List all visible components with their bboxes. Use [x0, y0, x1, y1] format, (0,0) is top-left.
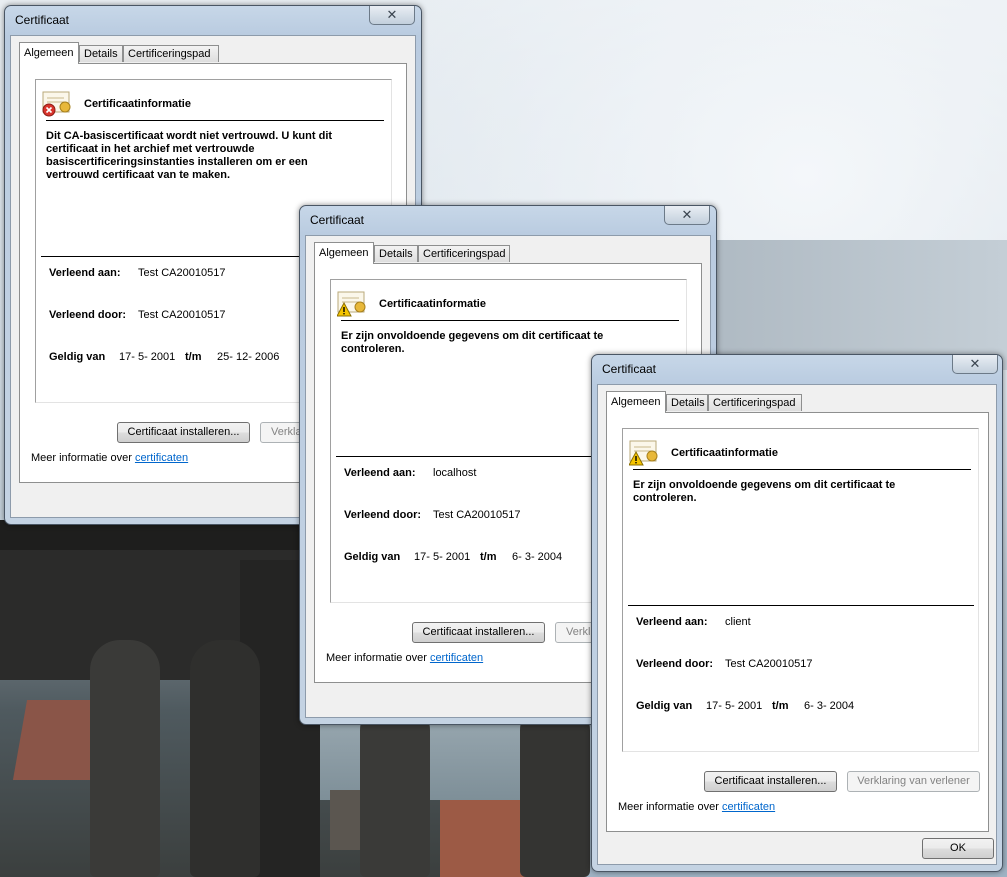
close-icon: ✕	[681, 207, 693, 222]
certificate-message: Dit CA-basiscertificaat wordt niet vertr…	[46, 130, 333, 181]
valid-from-label: Geldig van	[344, 551, 401, 563]
certificate-message: Er zijn onvoldoende gegevens om dit cert…	[633, 479, 896, 504]
certificate-warning-icon	[628, 439, 659, 466]
certificates-link[interactable]: certificaten	[722, 801, 775, 813]
window-title: Certificaat	[15, 13, 70, 27]
close-button[interactable]: ✕	[664, 206, 710, 225]
valid-from-value: 17- 5- 2001	[706, 700, 763, 712]
close-button[interactable]: ✕	[369, 6, 415, 25]
more-info: Meer informatie over certificaten	[31, 452, 188, 464]
issued-by-value: Test CA20010517	[433, 509, 521, 521]
tab-certificeringspad[interactable]: Certificeringspad	[418, 245, 510, 262]
baluster	[90, 640, 160, 877]
tab-panel: Certificaatinformatie Er zijn onvoldoend…	[606, 412, 989, 832]
tab-details[interactable]: Details	[374, 245, 418, 262]
tab-details[interactable]: Details	[666, 394, 708, 411]
more-info-prefix: Meer informatie over	[326, 652, 427, 664]
valid-to-value: 6- 3- 2004	[804, 700, 855, 712]
close-icon: ✕	[386, 7, 398, 22]
ok-button[interactable]: OK	[922, 838, 994, 859]
issued-to-value: client	[725, 616, 751, 628]
install-certificate-button[interactable]: Certificaat installeren...	[117, 422, 250, 443]
baluster	[520, 700, 590, 877]
tab-certificeringspad[interactable]: Certificeringspad	[708, 394, 802, 411]
tab-algemeen[interactable]: Algemeen	[314, 242, 374, 264]
valid-from-value: 17- 5- 2001	[119, 351, 176, 363]
valid-to-label: t/m	[772, 700, 789, 712]
issued-by-label: Verleend door:	[636, 658, 714, 670]
more-info-prefix: Meer informatie over	[31, 452, 132, 464]
certificate-warning-icon	[336, 290, 367, 317]
issued-by-label: Verleend door:	[344, 509, 422, 521]
window-title: Certificaat	[310, 213, 365, 227]
info-title: Certificaatinformatie	[671, 447, 778, 459]
baluster	[190, 640, 260, 877]
more-info-prefix: Meer informatie over	[618, 801, 719, 813]
more-info: Meer informatie over certificaten	[326, 652, 483, 664]
issued-to-label: Verleend aan:	[344, 467, 416, 479]
window-title: Certificaat	[602, 362, 657, 376]
issued-to-label: Verleend aan:	[636, 616, 708, 628]
valid-to-label: t/m	[185, 351, 202, 363]
more-info: Meer informatie over certificaten	[618, 801, 775, 813]
issued-by-value: Test CA20010517	[138, 309, 226, 321]
divider	[341, 320, 679, 321]
valid-to-value: 25- 12- 2006	[217, 351, 280, 363]
info-title: Certificaatinformatie	[379, 298, 486, 310]
tab-algemeen[interactable]: Algemeen	[19, 42, 79, 64]
certificates-link[interactable]: certificaten	[430, 652, 483, 664]
valid-to-label: t/m	[480, 551, 497, 563]
certificate-info-box: Certificaatinformatie Er zijn onvoldoend…	[622, 428, 979, 752]
certificates-link[interactable]: certificaten	[135, 452, 188, 464]
issued-to-label: Verleend aan:	[49, 267, 121, 279]
issued-to-value: localhost	[433, 467, 477, 479]
tab-algemeen[interactable]: Algemeen	[606, 391, 666, 413]
tab-certificeringspad[interactable]: Certificeringspad	[123, 45, 219, 62]
divider	[633, 469, 971, 470]
divider	[46, 120, 384, 121]
close-button[interactable]: ✕	[952, 355, 998, 374]
issued-to-value: Test CA20010517	[138, 267, 226, 279]
close-icon: ✕	[969, 356, 981, 371]
valid-from-value: 17- 5- 2001	[414, 551, 471, 563]
info-title: Certificaatinformatie	[84, 98, 191, 110]
valid-from-label: Geldig van	[49, 351, 106, 363]
valid-from-label: Geldig van	[636, 700, 693, 712]
roof	[440, 800, 530, 877]
issuer-statement-button[interactable]: Verklaring van verlener	[847, 771, 980, 792]
install-certificate-button[interactable]: Certificaat installeren...	[704, 771, 837, 792]
sky-haze	[700, 240, 1007, 370]
certificate-error-icon	[42, 90, 72, 117]
tab-details[interactable]: Details	[79, 45, 123, 62]
issued-by-value: Test CA20010517	[725, 658, 813, 670]
baluster	[360, 700, 430, 877]
valid-to-value: 6- 3- 2004	[512, 551, 563, 563]
certificate-window-3: Certificaat ✕ Algemeen Details Certifice…	[591, 354, 1003, 872]
install-certificate-button[interactable]: Certificaat installeren...	[412, 622, 545, 643]
divider	[628, 605, 974, 606]
dialog-client: Algemeen Details Certificeringspad Certi…	[597, 384, 997, 865]
issued-by-label: Verleend door:	[49, 309, 127, 321]
certificate-message: Er zijn onvoldoende gegevens om dit cert…	[341, 330, 604, 355]
